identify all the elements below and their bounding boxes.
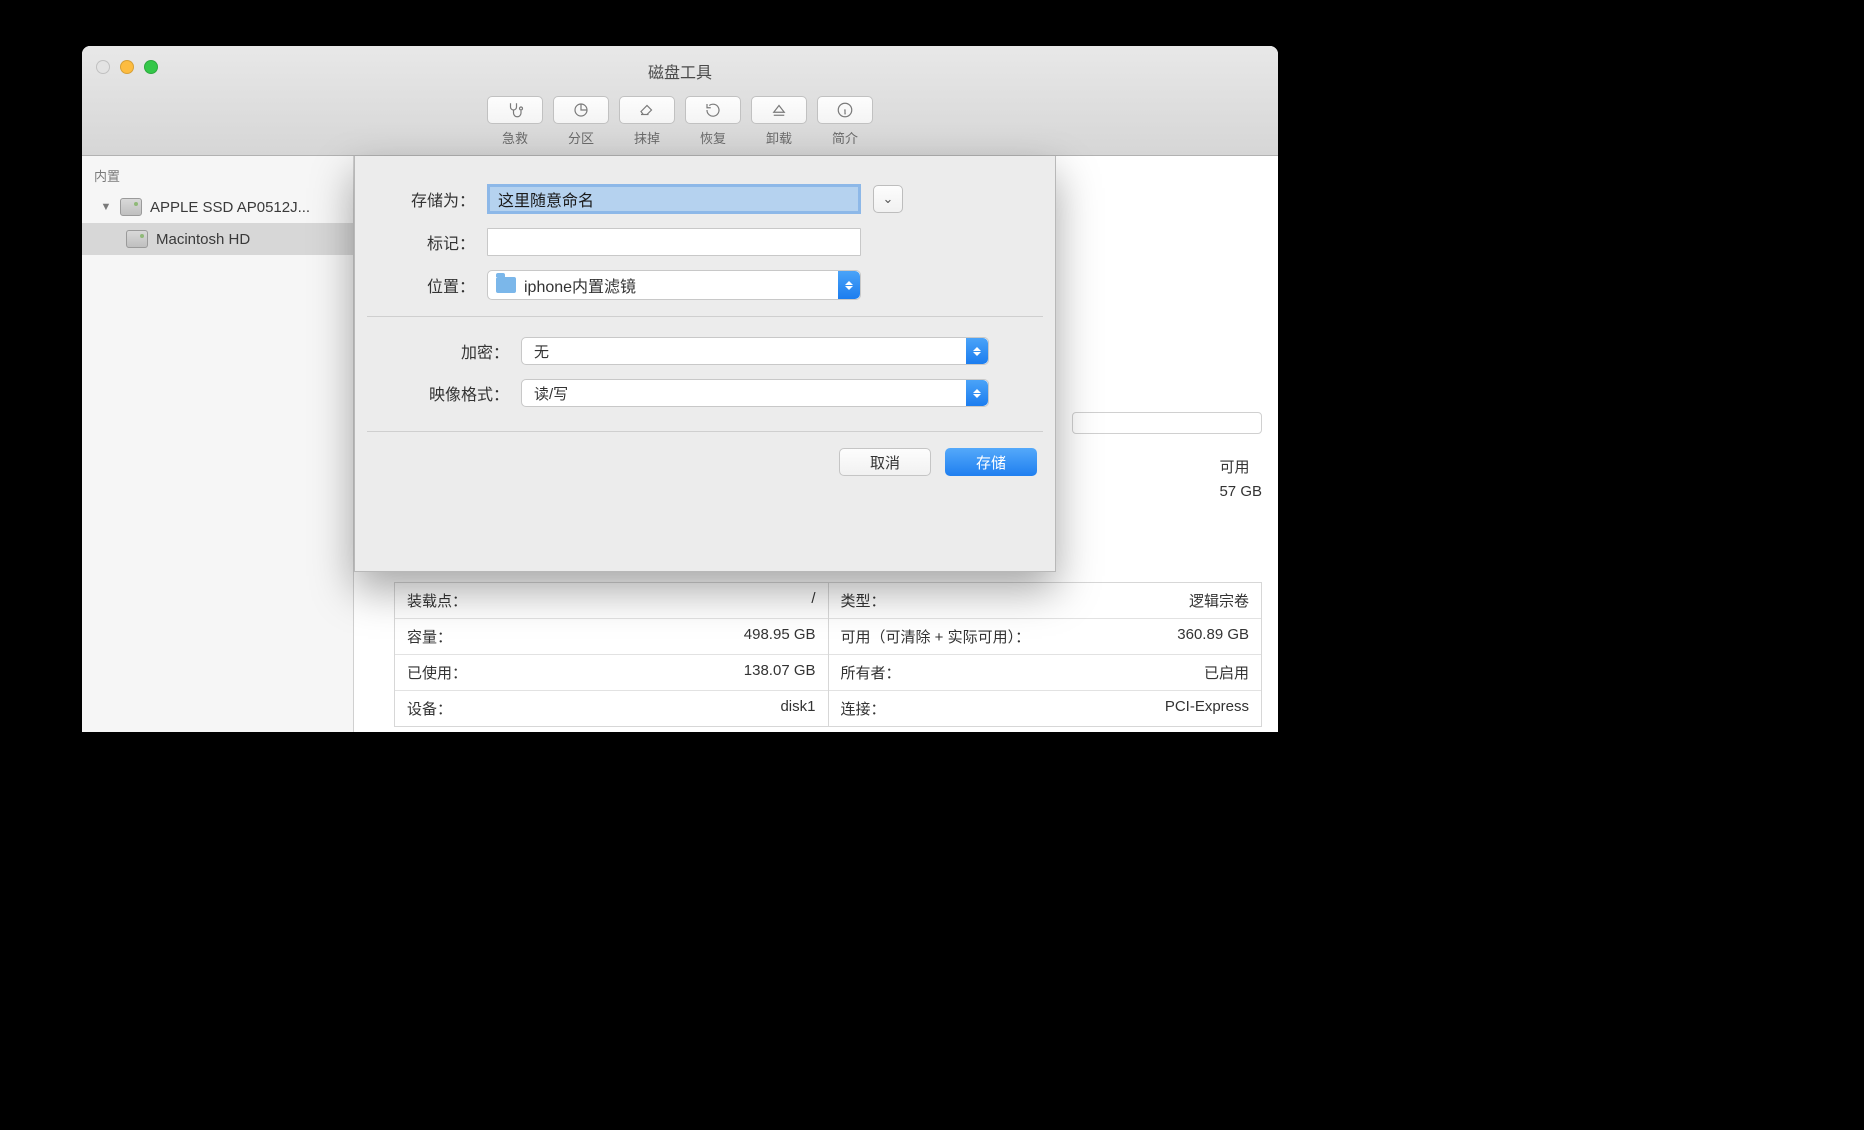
folder-icon [496,277,516,293]
available-value: 57 GB [1219,483,1262,500]
info-row: 装载点：/ [395,583,828,619]
encrypt-label: 加密： [391,339,509,363]
window-title: 磁盘工具 [82,59,1278,83]
location-value: iphone内置滤镜 [524,273,636,297]
sidebar-item-label: APPLE SSD AP0512J... [150,199,310,216]
sidebar-item-volume[interactable]: Macintosh HD [82,223,353,255]
toolbar-unmount-button[interactable]: 卸载 [751,96,807,147]
toolbar-erase-button[interactable]: 抹掉 [619,96,675,147]
drive-icon [120,198,142,216]
info-col-left: 装载点：/ 容量：498.95 GB 已使用：138.07 GB 设备：disk… [395,583,829,726]
piechart-icon [572,101,590,119]
info-row: 容量：498.95 GB [395,619,828,655]
info-table: 装载点：/ 容量：498.95 GB 已使用：138.07 GB 设备：disk… [394,582,1262,727]
info-row: 可用（可清除 + 实际可用）：360.89 GB [829,619,1262,655]
eject-icon [770,101,788,119]
toolbar-restore-button[interactable]: 恢复 [685,96,741,147]
format-select[interactable]: 读/写 [521,379,989,407]
usage-bar [1072,412,1262,434]
select-arrows-icon [966,380,988,406]
select-arrows-icon [838,271,860,299]
info-row: 已使用：138.07 GB [395,655,828,691]
info-row: 类型：逻辑宗卷 [829,583,1262,619]
sidebar-section-internal: 内置 [82,166,353,191]
location-label: 位置： [391,273,475,297]
info-row: 设备：disk1 [395,691,828,726]
save-sheet: 存储为： ⌄ 标记： 位置： iphone内置滤镜 加 [354,156,1056,572]
sidebar-item-label: Macintosh HD [156,231,250,248]
info-row: 连接：PCI-Express [829,691,1262,726]
available-label: 可用 [1219,456,1262,477]
expand-save-panel-button[interactable]: ⌄ [873,185,903,213]
chevron-down-icon: ⌄ [883,191,894,207]
cancel-button[interactable]: 取消 [839,448,931,476]
available-block: 可用 57 GB [1219,456,1262,500]
sidebar-item-parent-disk[interactable]: ▼ APPLE SSD AP0512J... [82,191,353,223]
restore-icon [704,101,722,119]
info-icon [836,101,854,119]
format-label: 映像格式： [391,381,509,405]
save-as-label: 存储为： [391,187,475,211]
tags-input[interactable] [487,228,861,256]
disclosure-triangle-icon[interactable]: ▼ [100,201,112,213]
location-select[interactable]: iphone内置滤镜 [487,270,861,300]
save-button[interactable]: 存储 [945,448,1037,476]
encrypt-select[interactable]: 无 [521,337,989,365]
drive-icon [126,230,148,248]
select-arrows-icon [966,338,988,364]
sidebar: 内置 ▼ APPLE SSD AP0512J... Macintosh HD [82,156,354,732]
toolbar-firstaid-button[interactable]: 急救 [487,96,543,147]
erase-icon [638,101,656,119]
save-as-input[interactable] [487,184,861,214]
toolbar-partition-button[interactable]: 分区 [553,96,609,147]
stethoscope-icon [506,101,524,119]
format-value: 读/写 [534,383,568,404]
encrypt-value: 无 [534,341,549,362]
titlebar: 磁盘工具 急救 分区 抹掉 恢复 卸载 [82,46,1278,156]
disk-utility-window: 磁盘工具 急救 分区 抹掉 恢复 卸载 [82,46,1278,732]
info-col-right: 类型：逻辑宗卷 可用（可清除 + 实际可用）：360.89 GB 所有者：已启用… [829,583,1262,726]
info-row: 所有者：已启用 [829,655,1262,691]
toolbar: 急救 分区 抹掉 恢复 卸载 简介 [82,96,1278,147]
tags-label: 标记： [391,230,475,254]
toolbar-info-button[interactable]: 简介 [817,96,873,147]
